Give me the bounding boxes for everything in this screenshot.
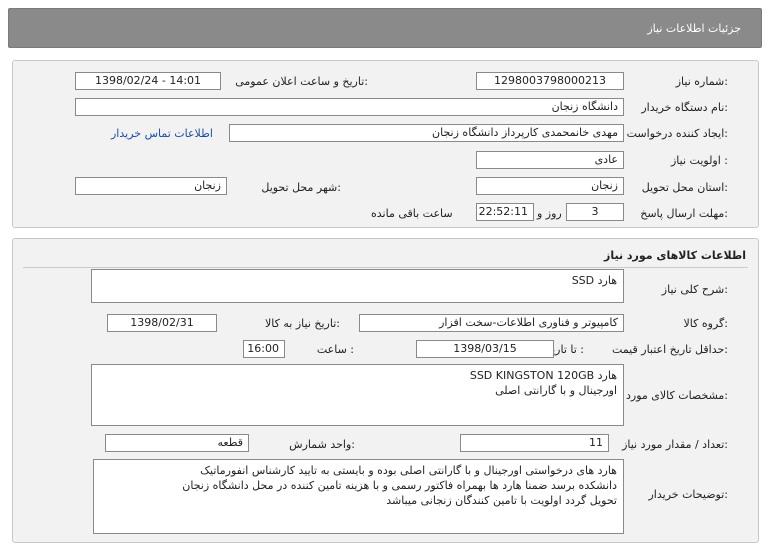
validity-time-label: ساعت : [316,343,354,356]
page-title: جزئیات اطلاعات نیاز [647,22,741,35]
unit-label: واحد شمارش: [289,438,355,451]
days-suffix: روز و [537,207,562,220]
need-number-field: 1298003798000213 [476,72,624,90]
delivery-province-field: زنجان [476,177,624,195]
requester-field: مهدی خانمحمدی کارپرداز دانشگاه زنجان [229,124,624,142]
delivery-city-field: زنجان [75,177,227,195]
time-left-field: 22:52:11 [476,203,534,221]
notes-line: هارد های درخواستی اورجینال و با گارانتی … [200,464,617,477]
specs-line: هارد SSD KINGSTON 120GB [469,369,617,382]
delivery-province-label: استان محل تحویل: [641,181,728,194]
buyer-org-label: نام دستگاه خریدار: [641,101,728,114]
validity-time-field: 16:00 [243,340,285,358]
summary-text: هارد SSD [571,274,617,287]
goods-info-panel: اطلاعات کالاهای مورد نیاز شرح کلی نیاز: … [12,238,759,543]
section-divider [23,267,748,268]
specs-line: اورجینال و با گارانتی اصلی [495,384,617,397]
buyer-contact-link[interactable]: اطلاعات تماس خریدار [111,127,213,140]
specs-label: مشخصات کالای مورد نیاز: [607,389,728,402]
goods-group-field: کامپیوتر و فناوری اطلاعات-سخت افزار [359,314,624,332]
need-number-label: شماره نیاز: [675,75,728,88]
need-info-panel: شماره نیاز: 1298003798000213 تاریخ و ساع… [12,60,759,228]
buyer-notes-label: توضیحات خریدار: [648,488,729,501]
notes-line: دانشکده برسد ضمنا هارد ها بهمراه فاکتور … [182,479,617,492]
quantity-label: تعداد / مقدار مورد نیاز: [622,438,728,451]
page-header: جزئیات اطلاعات نیاز [8,8,762,48]
priority-label: اولویت نیاز : [670,154,728,167]
buyer-org-field: دانشگاه زنجان [75,98,624,116]
summary-label: شرح کلی نیاز: [661,283,728,296]
notes-line: تحویل گردد اولویت با تامین کنندگان زنجان… [386,494,617,507]
price-validity-label: حداقل تاریخ اعتبار قیمت: [612,343,728,356]
validity-date-field: 1398/03/15 [416,340,554,358]
summary-field: هارد SSD [91,269,624,303]
specs-field: هارد SSD KINGSTON 120GB اورجینال و با گا… [91,364,624,426]
need-date-field: 1398/02/31 [107,314,217,332]
delivery-city-label: شهر محل تحویل: [261,181,341,194]
time-left-suffix: ساعت باقی مانده [371,207,453,220]
announce-datetime-field: 1398/02/24 - 14:01 [75,72,221,90]
buyer-notes-field: هارد های درخواستی اورجینال و با گارانتی … [93,459,624,534]
priority-field: عادی [476,151,624,169]
goods-group-label: گروه کالا: [683,317,728,330]
goods-section-title: اطلاعات کالاهای مورد نیاز [604,249,746,262]
unit-field: قطعه [105,434,249,452]
requester-label: ایجاد کننده درخواست: [626,127,728,140]
quantity-field: 11 [460,434,609,452]
need-date-label: تاریخ نیاز به کالا: [265,317,340,330]
days-left-field: 3 [566,203,624,221]
response-deadline-label: مهلت ارسال پاسخ: [640,207,728,220]
announce-datetime-label: تاریخ و ساعت اعلان عمومی: [235,75,368,88]
